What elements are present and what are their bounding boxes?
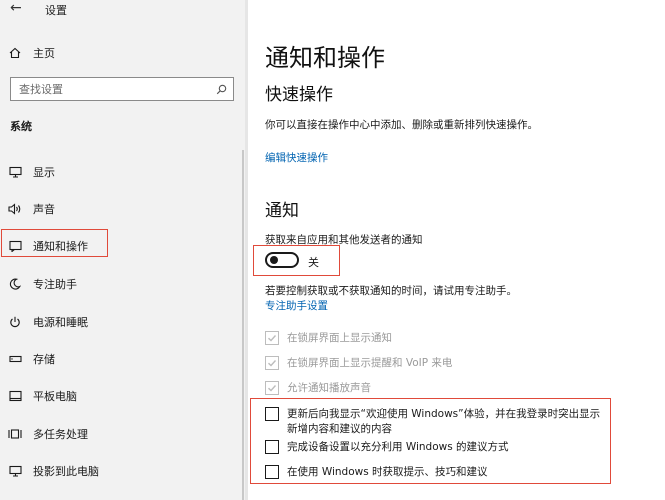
checkbox-label-line: 更新后向我显示“欢迎使用 Windows”体验，并在我登录时突出显示: [287, 408, 601, 420]
page-title: 通知和操作: [265, 44, 385, 72]
home-icon: [0, 47, 30, 59]
quick-actions-heading: 快速操作: [265, 85, 333, 105]
focus-assist-settings-link[interactable]: 专注助手设置: [265, 298, 328, 313]
moon-icon: [0, 278, 30, 290]
checkbox[interactable]: [265, 331, 279, 345]
sidebar-item-power[interactable]: 电源和睡眠: [0, 307, 240, 337]
checkbox-lock-screen-notifications[interactable]: 在锁屏界面上显示通知: [265, 331, 392, 346]
checkbox[interactable]: [265, 381, 279, 395]
back-arrow-icon[interactable]: ←: [10, 0, 22, 16]
quick-actions-description: 你可以直接在操作中心中添加、删除或重新排列快速操作。: [265, 119, 538, 131]
sidebar-item-sound[interactable]: 声音: [0, 194, 240, 224]
checkbox-lock-screen-reminders[interactable]: 在锁屏界面上显示提醒和 VoIP 来电: [265, 356, 452, 371]
checkbox-label: 在使用 Windows 时获取提示、技巧和建议: [287, 466, 488, 478]
sidebar-item-display[interactable]: 显示: [0, 157, 240, 187]
display-icon: [0, 166, 30, 178]
notifications-heading: 通知: [265, 201, 299, 221]
checkbox-label: 在锁屏界面上显示通知: [287, 332, 392, 344]
sidebar-item-label: 声音: [33, 203, 55, 216]
power-icon: [0, 316, 30, 328]
checkbox[interactable]: [265, 356, 279, 370]
sidebar-item-label: 显示: [33, 166, 55, 179]
search-input[interactable]: 查找设置: [10, 77, 234, 101]
checkbox-label: 在锁屏界面上显示提醒和 VoIP 来电: [287, 357, 453, 369]
toggle-state-label: 关: [308, 256, 319, 269]
sidebar-item-home[interactable]: 主页: [0, 38, 240, 68]
sidebar-item-label: 多任务处理: [33, 428, 88, 441]
title-bar: ← 设置: [0, 0, 245, 22]
checkbox-label: 允许通知播放声音: [287, 382, 371, 394]
sidebar-item-label: 平板电脑: [33, 390, 77, 403]
selection-highlight: [1, 229, 108, 257]
checkbox-label: 完成设备设置以充分利用 Windows 的建议方式: [287, 441, 509, 453]
focus-assist-hint: 若要控制获取或不获取通知的时间，请试用专注助手。: [265, 285, 517, 297]
checkbox-device-setup[interactable]: 完成设备设置以充分利用 Windows 的建议方式: [265, 440, 509, 455]
sidebar-item-project[interactable]: 投影到此电脑: [0, 456, 240, 486]
checkbox[interactable]: [265, 465, 279, 479]
search-placeholder: 查找设置: [19, 83, 63, 96]
checkbox-label-line: 新增内容和建议的内容: [287, 423, 392, 435]
search-icon[interactable]: [209, 84, 233, 95]
checkbox[interactable]: [265, 407, 279, 421]
sidebar-item-label: 电源和睡眠: [33, 316, 88, 329]
sidebar-item-label: 存储: [33, 353, 55, 366]
sidebar-section-label: 系统: [10, 120, 32, 133]
app-title: 设置: [45, 4, 67, 17]
checkbox-welcome-experience[interactable]: 更新后向我显示“欢迎使用 Windows”体验，并在我登录时突出显示 新增内容和…: [265, 407, 600, 437]
notifications-toggle[interactable]: [265, 252, 299, 268]
checkbox[interactable]: [265, 440, 279, 454]
edit-quick-actions-link[interactable]: 编辑快速操作: [265, 150, 328, 165]
speaker-icon: [0, 203, 30, 215]
storage-icon: [0, 354, 30, 364]
sidebar-item-tablet[interactable]: 平板电脑: [0, 381, 240, 411]
toggle-knob: [270, 256, 278, 264]
sidebar-home-label: 主页: [33, 47, 55, 60]
project-icon: [0, 465, 30, 477]
sidebar-item-label: 专注助手: [33, 278, 77, 291]
sidebar-item-focus-assist[interactable]: 专注助手: [0, 269, 240, 299]
sidebar-item-storage[interactable]: 存储: [0, 344, 240, 374]
multitask-icon: [0, 428, 30, 440]
sidebar-item-multitasking[interactable]: 多任务处理: [0, 419, 240, 449]
checkbox-notification-sounds[interactable]: 允许通知播放声音: [265, 381, 371, 396]
checkbox-label: 更新后向我显示“欢迎使用 Windows”体验，并在我登录时突出显示 新增内容和…: [287, 407, 600, 437]
sidebar-item-label: 投影到此电脑: [33, 465, 99, 478]
tablet-icon: [0, 390, 30, 402]
checkbox-tips[interactable]: 在使用 Windows 时获取提示、技巧和建议: [265, 465, 488, 480]
sidebar-scrollbar[interactable]: [242, 150, 244, 500]
